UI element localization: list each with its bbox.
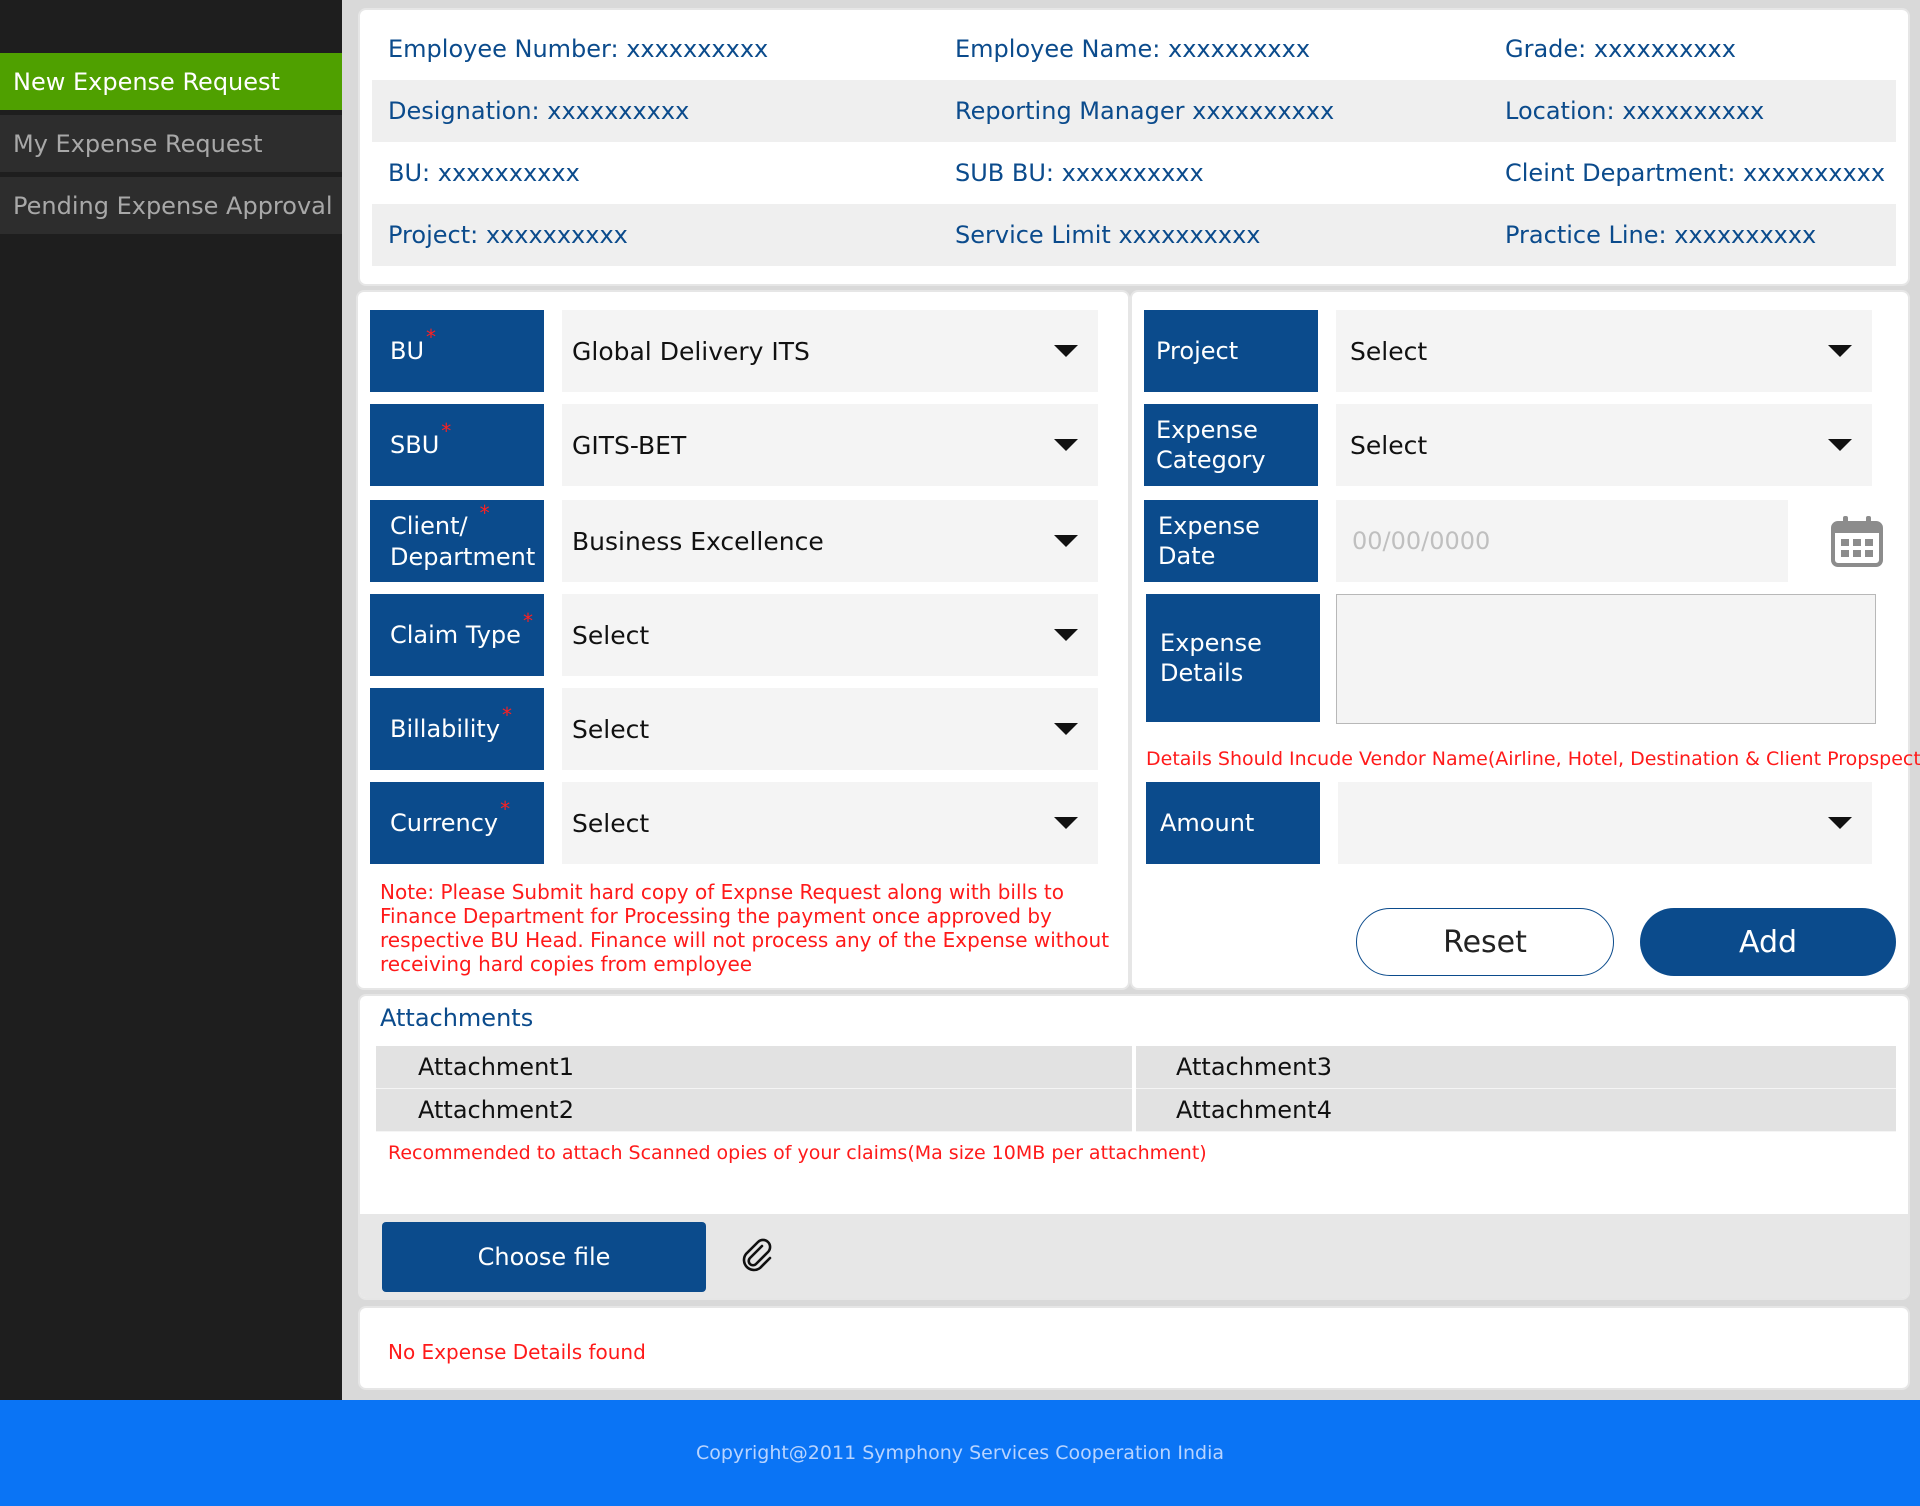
caret-down-icon <box>1054 439 1078 451</box>
expense-form-left: BU* Global Delivery ITS SBU* GITS-BET <box>356 290 1130 990</box>
attachment-item[interactable]: Attachment2 <box>376 1089 1132 1132</box>
currency-select[interactable]: Select <box>562 782 1098 864</box>
billability-label: Billability * <box>370 688 544 770</box>
info-row: Employee Number: xxxxxxxxxx Employee Nam… <box>372 18 1896 80</box>
attachment-item[interactable]: Attachment3 <box>1136 1046 1896 1089</box>
page: New Expense Request My Expense Request P… <box>0 0 1920 1506</box>
client-department: Cleint Department: xxxxxxxxxx <box>1505 159 1886 187</box>
details-hint: Details Should Incude Vendor Name(Airlin… <box>1146 748 1920 770</box>
expense-date-field: Expense Date 00/00/0000 <box>1144 500 1788 582</box>
expense-category-select[interactable]: Select <box>1336 404 1872 486</box>
sidebar-item-label: My Expense Request <box>13 129 263 158</box>
caret-down-icon <box>1054 345 1078 357</box>
attachment-hint: Recommended to attach Scanned opies of y… <box>388 1142 1207 1164</box>
caret-down-icon <box>1054 629 1078 641</box>
employee-name: Employee Name: xxxxxxxxxx <box>955 35 1311 63</box>
project-field: Project Select <box>1144 310 1872 392</box>
calendar-icon[interactable] <box>1830 514 1884 568</box>
caret-down-icon <box>1828 817 1852 829</box>
project-select[interactable]: Select <box>1336 310 1872 392</box>
sbu-label: SBU * <box>370 404 544 486</box>
required-mark: * <box>522 609 533 633</box>
info-row: Designation: xxxxxxxxxx Reporting Manage… <box>372 80 1896 142</box>
caret-down-icon <box>1828 345 1852 357</box>
currency-label: Currency * <box>370 782 544 864</box>
expense-details-textarea[interactable] <box>1336 594 1876 724</box>
employee-designation: Designation: xxxxxxxxxx <box>388 97 690 125</box>
empty-results-message: No Expense Details found <box>388 1340 646 1364</box>
employee-info-panel: Employee Number: xxxxxxxxxx Employee Nam… <box>358 8 1910 286</box>
bu-label: BU * <box>370 310 544 392</box>
caret-down-icon <box>1054 723 1078 735</box>
expense-date-label: Expense Date <box>1144 500 1318 582</box>
amount-field: Amount <box>1146 782 1872 864</box>
bu-select[interactable]: Global Delivery ITS <box>562 310 1098 392</box>
required-mark: * <box>426 325 437 349</box>
claim-type-label: Claim Type * <box>370 594 544 676</box>
currency-field: Currency * Select <box>370 782 1098 864</box>
service-limit: Service Limit xxxxxxxxxx <box>955 221 1261 249</box>
reporting-manager: Reporting Manager xxxxxxxxxx <box>955 97 1335 125</box>
add-button[interactable]: Add <box>1640 908 1896 976</box>
sidebar: New Expense Request My Expense Request P… <box>0 0 349 1400</box>
reset-button[interactable]: Reset <box>1356 908 1614 976</box>
finance-note: Note: Please Submit hard copy of Expnse … <box>380 880 1110 976</box>
footer: Copyright@2011 Symphony Services Coopera… <box>0 1400 1920 1506</box>
sbu-select[interactable]: GITS-BET <box>562 404 1098 486</box>
sidebar-item-pending-expense-approval[interactable]: Pending Expense Approval <box>0 177 342 234</box>
copyright-text: Copyright@2011 Symphony Services Coopera… <box>695 1442 1225 1464</box>
expense-form-right: Project Select Expense Category Select E… <box>1130 290 1920 990</box>
upload-bar: Choose file <box>360 1214 1908 1298</box>
client-department-select[interactable]: Business Excellence <box>562 500 1098 582</box>
attachment-row: Attachment2 Attachment4 <box>376 1089 1896 1132</box>
expense-details-label: Expense Details <box>1146 594 1320 722</box>
practice-line: Practice Line: xxxxxxxxxx <box>1505 221 1817 249</box>
amount-label: Amount <box>1146 782 1320 864</box>
choose-file-button[interactable]: Choose file <box>382 1222 706 1292</box>
caret-down-icon <box>1828 439 1852 451</box>
sidebar-item-label: New Expense Request <box>13 67 280 96</box>
employee-location: Location: xxxxxxxxxx <box>1505 97 1765 125</box>
required-mark: * <box>502 703 513 727</box>
info-row: BU: xxxxxxxxxx SUB BU: xxxxxxxxxx Cleint… <box>372 142 1896 204</box>
amount-select[interactable] <box>1338 782 1872 864</box>
main-content: Employee Number: xxxxxxxxxx Employee Nam… <box>342 0 1920 1400</box>
employee-project: Project: xxxxxxxxxx <box>388 221 628 249</box>
employee-grade: Grade: xxxxxxxxxx <box>1505 35 1736 63</box>
expense-category-field: Expense Category Select <box>1144 404 1872 486</box>
info-row: Project: xxxxxxxxxx Service Limit xxxxxx… <box>372 204 1896 266</box>
employee-number: Employee Number: xxxxxxxxxx <box>388 35 769 63</box>
caret-down-icon <box>1054 535 1078 547</box>
paperclip-icon[interactable] <box>740 1238 774 1272</box>
attachments-panel: Attachments Attachment1 Attachment3 Atta… <box>358 994 1910 1300</box>
sidebar-item-my-expense-request[interactable]: My Expense Request <box>0 115 342 172</box>
billability-field: Billability * Select <box>370 688 1098 770</box>
required-mark: * <box>500 797 511 821</box>
expense-details-field: Expense Details <box>1146 594 1876 724</box>
required-mark: * <box>479 500 490 525</box>
attachment-item[interactable]: Attachment4 <box>1136 1089 1896 1132</box>
client-department-label: Client/* Department <box>370 500 544 582</box>
claim-type-select[interactable]: Select <box>562 594 1098 676</box>
expense-category-label: Expense Category <box>1144 404 1318 486</box>
employee-bu: BU: xxxxxxxxxx <box>388 159 580 187</box>
claim-type-field: Claim Type * Select <box>370 594 1098 676</box>
attachments-title: Attachments <box>380 1004 534 1032</box>
sbu-field: SBU * GITS-BET <box>370 404 1098 486</box>
sidebar-item-new-expense-request[interactable]: New Expense Request <box>0 53 349 110</box>
client-department-field: Client/* Department Business Excellence <box>370 500 1098 582</box>
employee-sub-bu: SUB BU: xxxxxxxxxx <box>955 159 1204 187</box>
expense-date-input[interactable]: 00/00/0000 <box>1336 500 1788 582</box>
attachments-list: Attachment1 Attachment3 Attachment2 Atta… <box>376 1046 1896 1132</box>
bu-field: BU * Global Delivery ITS <box>370 310 1098 392</box>
sidebar-item-label: Pending Expense Approval <box>13 191 333 220</box>
expense-results-panel: No Expense Details found <box>358 1306 1910 1390</box>
project-label: Project <box>1144 310 1318 392</box>
attachment-item[interactable]: Attachment1 <box>376 1046 1132 1089</box>
caret-down-icon <box>1054 817 1078 829</box>
required-mark: * <box>441 419 452 443</box>
attachment-row: Attachment1 Attachment3 <box>376 1046 1896 1089</box>
billability-select[interactable]: Select <box>562 688 1098 770</box>
